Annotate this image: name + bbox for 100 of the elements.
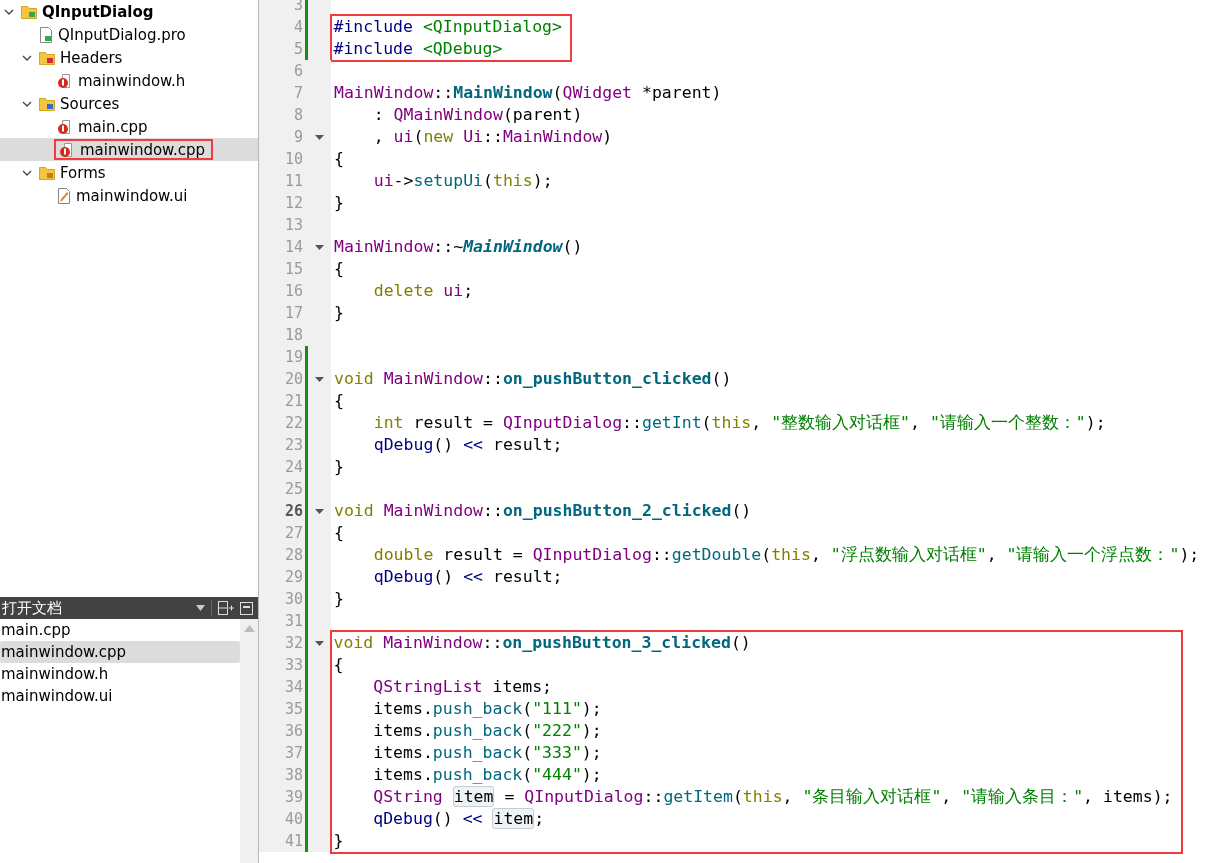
line-number: 24	[283, 458, 303, 476]
line-number: 21	[283, 392, 303, 410]
line-number: 38	[283, 766, 303, 784]
code-line: QString item = QInputDialog::getItem(this, "条目输入对话框", "请输入条目：", items);	[372, 786, 1173, 808]
line-number: 11	[283, 172, 303, 190]
panel-title: 打开文档	[2, 598, 63, 618]
code-line: }	[334, 456, 345, 478]
code-line: items.push_back("444");	[372, 764, 603, 786]
code-line: {	[334, 148, 345, 170]
code-line: qDebug() << item;	[372, 808, 546, 830]
code-line: void MainWindow::on_pushButton_2_clicked()	[334, 500, 753, 522]
line-number: 10	[283, 150, 303, 168]
code-line: #include <QInputDialog>	[333, 16, 562, 38]
file-icon	[59, 141, 75, 158]
line-number: 28	[283, 546, 303, 564]
code-line: items.push_back("333");	[372, 742, 603, 764]
tree-item[interactable]: QInputDialog.pro	[0, 23, 258, 46]
code-line: qDebug() << result;	[372, 566, 564, 588]
tree-item[interactable]: mainwindow.ui	[0, 184, 258, 207]
code-line: {	[333, 654, 345, 676]
code-line: void MainWindow::on_pushButton_3_clicked()	[333, 632, 752, 654]
line-number: 23	[283, 436, 303, 454]
code-line: QStringList items;	[372, 676, 554, 698]
file-icon	[39, 26, 53, 43]
folder-icon	[39, 165, 55, 180]
code-line: }	[334, 588, 345, 610]
fold-arrow-icon[interactable]	[315, 244, 324, 250]
line-number: 15	[283, 260, 303, 278]
line-number: 26	[283, 502, 303, 520]
code-line: {	[334, 390, 345, 412]
line-number: 9	[292, 128, 303, 146]
line-number: 17	[283, 304, 303, 322]
code-line: items.push_back("222");	[372, 720, 603, 742]
pencil-file-icon	[57, 187, 71, 204]
code-line: qDebug() << result;	[372, 434, 564, 456]
code-line: double result = QInputDialog::getDouble(this, "浮点数输入对话框", "请输入一个浮点数：");	[372, 544, 1201, 566]
fold-arrow-icon[interactable]	[315, 134, 324, 140]
line-number: 20	[283, 370, 303, 388]
line-number: 18	[283, 326, 303, 344]
line-number: 14	[283, 238, 303, 256]
fold-arrow-icon[interactable]	[315, 640, 324, 646]
line-number: 40	[283, 810, 303, 828]
line-number: 37	[283, 744, 303, 762]
tree-item[interactable]: Forms	[0, 161, 258, 184]
line-number: 6	[292, 62, 303, 80]
scrollbar[interactable]	[240, 619, 258, 863]
line-number: 5	[292, 40, 303, 58]
document-item[interactable]: mainwindow.cpp	[0, 641, 240, 663]
line-number: 33	[283, 656, 303, 674]
tree-item[interactable]: QInputDialog	[0, 0, 258, 23]
code-line: }	[333, 830, 345, 852]
document-item[interactable]: main.cpp	[0, 619, 240, 641]
tree-item[interactable]: Sources	[0, 92, 258, 115]
tree-item[interactable]: mainwindow.cpp	[0, 138, 258, 161]
line-number: 22	[283, 414, 303, 432]
line-number: 29	[283, 568, 303, 586]
folder-icon	[39, 50, 55, 65]
line-number: 7	[292, 84, 303, 102]
file-icon	[57, 72, 73, 89]
code-line: MainWindow::MainWindow(QWidget *parent)	[334, 82, 723, 104]
code-line: : QMainWindow(parent)	[372, 104, 584, 126]
code-line: }	[334, 192, 345, 214]
document-item[interactable]: mainwindow.ui	[0, 685, 240, 707]
line-number: 32	[283, 634, 303, 652]
line-number: 31	[283, 612, 303, 630]
folder-icon	[21, 4, 37, 19]
line-number: 16	[283, 282, 303, 300]
line-number: 39	[283, 788, 303, 806]
code-line: ui->setupUi(this);	[372, 170, 554, 192]
fold-arrow-icon[interactable]	[315, 376, 324, 382]
folder-icon	[39, 96, 55, 111]
line-number: 25	[283, 480, 303, 498]
dropdown-icon[interactable]	[196, 605, 205, 611]
code-line: #include <QDebug>	[333, 38, 504, 60]
line-number: 36	[283, 722, 303, 740]
code-line: items.push_back("111");	[372, 698, 603, 720]
line-number: 30	[283, 590, 303, 608]
split-icon[interactable]	[218, 601, 234, 615]
code-line: , ui(new Ui::MainWindow)	[372, 126, 614, 148]
line-number: 12	[283, 194, 303, 212]
line-number: 34	[283, 678, 303, 696]
line-number: 8	[292, 106, 303, 124]
fold-arrow-icon[interactable]	[315, 508, 324, 514]
line-number: 13	[283, 216, 303, 234]
line-number: 19	[283, 348, 303, 366]
code-line: void MainWindow::on_pushButton_clicked()	[334, 368, 733, 390]
line-number: 4	[292, 18, 303, 36]
close-panel-icon[interactable]	[240, 601, 253, 615]
tree-item[interactable]: main.cpp	[0, 115, 258, 138]
line-number: 35	[283, 700, 303, 718]
tree-item[interactable]: mainwindow.h	[0, 69, 258, 92]
line-number: 27	[283, 524, 303, 542]
document-item[interactable]: mainwindow.h	[0, 663, 240, 685]
line-number: 41	[283, 832, 303, 850]
code-line: {	[334, 258, 345, 280]
code-line: {	[334, 522, 345, 544]
code-line: int result = QInputDialog::getInt(this, "整数输入对话框", "请输入一个整数：");	[372, 412, 1107, 434]
code-line: MainWindow::~MainWindow()	[334, 236, 584, 258]
tree-item[interactable]: Headers	[0, 46, 258, 69]
code-line: delete ui;	[372, 280, 475, 302]
